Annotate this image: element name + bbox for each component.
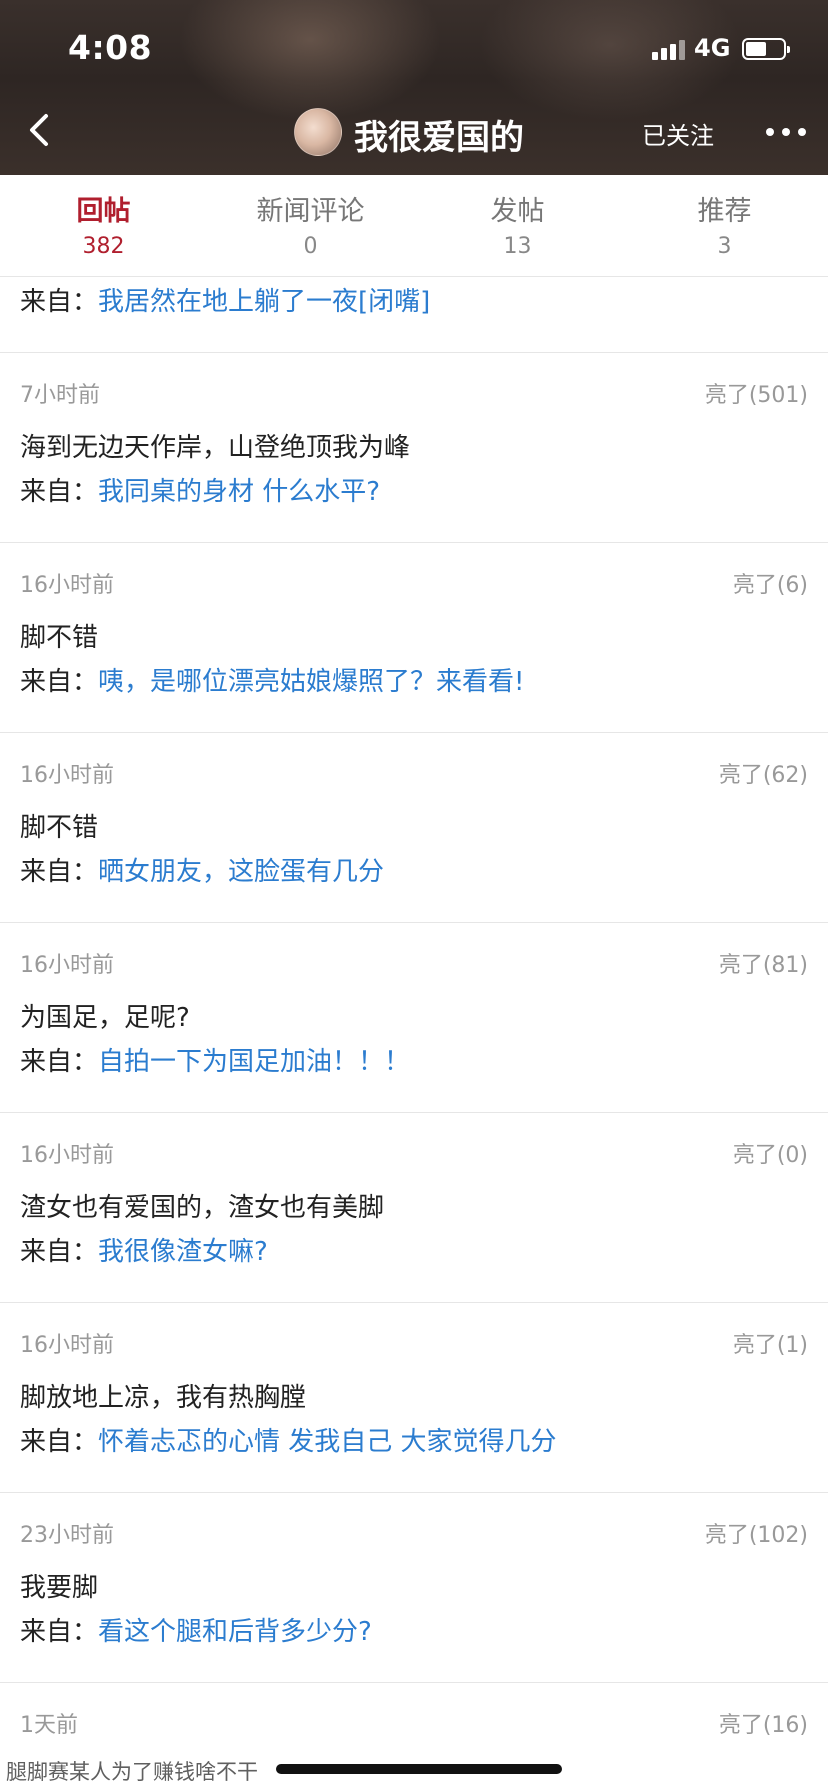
reply-content[interactable]: 我要脚 <box>20 1567 98 1604</box>
network-type: 4G <box>694 34 731 62</box>
list-item[interactable]: 16小时前 亮了(62) 脚不错 来自：晒女朋友，这脸蛋有几分 <box>0 733 828 923</box>
like-count: 亮了(81) <box>718 953 808 978</box>
watermark-caption: 腿脚赛某人为了赚钱啥不干 <box>6 1760 258 1784</box>
reply-content[interactable]: 为国足，足呢? <box>20 997 190 1034</box>
source-prefix: 来自： <box>20 1047 99 1077</box>
tab-count: 382 <box>82 234 125 259</box>
reply-time: 1天前 <box>20 1713 78 1738</box>
reply-time: 16小时前 <box>20 763 114 788</box>
tab-label: 回帖 <box>76 196 131 227</box>
source-prefix: 来自： <box>20 1427 99 1457</box>
list-item[interactable]: 来自：我居然在地上躺了一夜[闭嘴] <box>0 277 828 353</box>
reply-time: 16小时前 <box>20 953 114 978</box>
source-thread-link[interactable]: 咦，是哪位漂亮姑娘爆照了？来看看! <box>98 667 524 697</box>
signal-icon <box>652 38 686 60</box>
source-line: 来自：看这个腿和后背多少分? <box>20 1611 372 1648</box>
source-line: 来自：我很像渣女嘛? <box>20 1231 268 1268</box>
list-item[interactable]: 23小时前 亮了(102) 我要脚 来自：看这个腿和后背多少分? <box>0 1493 828 1683</box>
chevron-left-icon <box>30 114 48 146</box>
list-item[interactable]: 16小时前 亮了(6) 脚不错 来自：咦，是哪位漂亮姑娘爆照了？来看看! <box>0 543 828 733</box>
reply-content[interactable]: 脚放地上凉，我有热胸膛 <box>20 1377 306 1414</box>
source-prefix: 来自： <box>20 287 99 317</box>
like-count: 亮了(6) <box>732 573 808 598</box>
like-count: 亮了(62) <box>718 763 808 788</box>
home-indicator <box>276 1764 562 1774</box>
like-count: 亮了(501) <box>704 383 808 408</box>
list-item[interactable]: 7小时前 亮了(501) 海到无边天作岸，山登绝顶我为峰 来自：我同桌的身材 什… <box>0 353 828 543</box>
source-thread-link[interactable]: 我同桌的身材 什么水平? <box>98 477 380 507</box>
battery-icon <box>742 38 790 60</box>
source-prefix: 来自： <box>20 1237 99 1267</box>
source-prefix: 来自： <box>20 1617 99 1647</box>
follow-button[interactable]: 已关注 <box>642 116 714 151</box>
tab-count: 0 <box>303 234 318 259</box>
like-count: 亮了(16) <box>718 1713 808 1738</box>
back-button[interactable] <box>22 108 58 152</box>
tab-replies[interactable]: 回帖 382 <box>0 175 207 277</box>
source-line: 来自：咦，是哪位漂亮姑娘爆照了？来看看! <box>20 661 524 698</box>
reply-content[interactable]: 脚不错 <box>20 617 98 654</box>
source-line: 来自：自拍一下为国足加油！！！ <box>20 1041 410 1078</box>
reply-time: 23小时前 <box>20 1523 114 1548</box>
like-count: 亮了(1) <box>732 1333 808 1358</box>
tab-label: 推荐 <box>697 196 752 227</box>
source-line: 来自：我居然在地上躺了一夜[闭嘴] <box>20 281 808 318</box>
source-thread-link[interactable]: 我居然在地上躺了一夜[闭嘴] <box>98 287 430 317</box>
source-prefix: 来自： <box>20 857 99 887</box>
tab-label: 新闻评论 <box>256 196 365 227</box>
source-line: 来自：我同桌的身材 什么水平? <box>20 471 380 508</box>
source-thread-link[interactable]: 晒女朋友，这脸蛋有几分 <box>98 857 384 887</box>
source-line: 来自：晒女朋友，这脸蛋有几分 <box>20 851 384 888</box>
source-prefix: 来自： <box>20 667 99 697</box>
tab-posts[interactable]: 发帖 13 <box>414 175 621 277</box>
status-time: 4:08 <box>68 28 153 67</box>
profile-tabs: 回帖 382 新闻评论 0 发帖 13 推荐 3 <box>0 175 828 277</box>
tab-recommended[interactable]: 推荐 3 <box>621 175 828 277</box>
list-item[interactable]: 16小时前 亮了(0) 渣女也有爱国的，渣女也有美脚 来自：我很像渣女嘛? <box>0 1113 828 1303</box>
tab-count: 13 <box>503 234 532 259</box>
source-thread-link[interactable]: 看这个腿和后背多少分? <box>98 1617 372 1647</box>
profile-header: 4:08 4G 我很爱国的 已关注 <box>0 0 828 175</box>
like-count: 亮了(0) <box>732 1143 808 1168</box>
list-item[interactable]: 16小时前 亮了(1) 脚放地上凉，我有热胸膛 来自：怀着忐忑的心情 发我自己 … <box>0 1303 828 1493</box>
tab-label: 发帖 <box>490 196 545 227</box>
reply-time: 7小时前 <box>20 383 100 408</box>
more-icon[interactable] <box>764 116 808 146</box>
list-item[interactable]: 16小时前 亮了(81) 为国足，足呢? 来自：自拍一下为国足加油！！！ <box>0 923 828 1113</box>
reply-content[interactable]: 海到无边天作岸，山登绝顶我为峰 <box>20 427 410 464</box>
reply-list[interactable]: 来自：我居然在地上躺了一夜[闭嘴] 7小时前 亮了(501) 海到无边天作岸，山… <box>0 277 828 1792</box>
source-thread-link[interactable]: 怀着忐忑的心情 发我自己 大家觉得几分 <box>98 1427 557 1457</box>
header-background-blur <box>180 0 440 120</box>
source-thread-link[interactable]: 自拍一下为国足加油！！！ <box>98 1047 410 1077</box>
reply-content[interactable]: 脚不错 <box>20 807 98 844</box>
source-line: 来自：怀着忐忑的心情 发我自己 大家觉得几分 <box>20 1421 557 1458</box>
source-thread-link[interactable]: 我很像渣女嘛? <box>98 1237 268 1267</box>
user-nickname: 我很爱国的 <box>354 118 524 158</box>
source-prefix: 来自： <box>20 477 99 507</box>
tab-news-comments[interactable]: 新闻评论 0 <box>207 175 414 277</box>
reply-time: 16小时前 <box>20 1143 114 1168</box>
avatar[interactable] <box>294 108 342 156</box>
reply-time: 16小时前 <box>20 573 114 598</box>
reply-content[interactable]: 渣女也有爱国的，渣女也有美脚 <box>20 1187 384 1224</box>
tab-count: 3 <box>717 234 732 259</box>
like-count: 亮了(102) <box>704 1523 808 1548</box>
reply-time: 16小时前 <box>20 1333 114 1358</box>
